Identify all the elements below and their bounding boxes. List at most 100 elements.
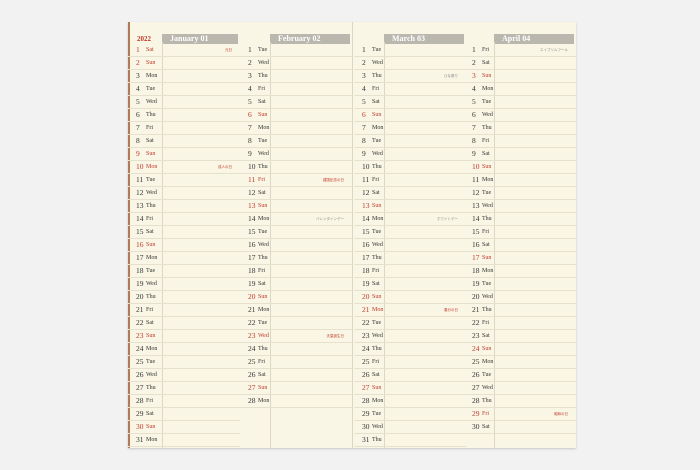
day-row[interactable]: 27 Sun <box>354 382 466 395</box>
day-row[interactable]: 17 Sun <box>464 252 576 265</box>
day-row[interactable]: 15 Tue <box>354 226 466 239</box>
day-row[interactable]: 21 Mon <box>240 304 352 317</box>
day-row[interactable]: 13 Sun <box>240 200 352 213</box>
day-row[interactable]: 18 Fri <box>354 265 466 278</box>
day-row[interactable]: 27 Thu <box>128 382 240 395</box>
day-row[interactable]: 23 Sat <box>464 330 576 343</box>
day-row[interactable]: 24 Sun <box>464 343 576 356</box>
day-row[interactable]: 27 Sun <box>240 382 352 395</box>
day-row[interactable]: 19 Sat <box>354 278 466 291</box>
day-row[interactable]: 22 Tue <box>240 317 352 330</box>
day-row[interactable]: 6 Sun <box>240 109 352 122</box>
day-row[interactable]: 8 Fri <box>464 135 576 148</box>
day-row[interactable]: 5 Wed <box>128 96 240 109</box>
day-row[interactable]: 12 Sat <box>354 187 466 200</box>
day-row[interactable]: 3 Mon <box>128 70 240 83</box>
day-row[interactable]: 21 Mon 春分の日 <box>354 304 466 317</box>
day-row[interactable]: 2 Sat <box>464 57 576 70</box>
day-row[interactable]: 20 Sun <box>240 291 352 304</box>
day-row[interactable]: 22 Fri <box>464 317 576 330</box>
day-row[interactable]: 17 Mon <box>128 252 240 265</box>
day-row[interactable]: 20 Thu <box>128 291 240 304</box>
day-row[interactable]: 4 Fri <box>240 83 352 96</box>
day-row[interactable]: 7 Fri <box>128 122 240 135</box>
day-row[interactable]: 8 Sat <box>128 135 240 148</box>
day-row[interactable]: 26 Wed <box>128 369 240 382</box>
day-row[interactable]: 15 Fri <box>464 226 576 239</box>
day-row[interactable]: 1 Tue <box>240 44 352 57</box>
day-row[interactable]: 10 Thu <box>354 161 466 174</box>
day-row[interactable]: 3 Sun <box>464 70 576 83</box>
day-row[interactable]: 18 Tue <box>128 265 240 278</box>
day-row[interactable]: 23 Sun <box>128 330 240 343</box>
day-row[interactable]: 20 Sun <box>354 291 466 304</box>
day-row[interactable]: 12 Wed <box>128 187 240 200</box>
day-row[interactable]: 15 Sat <box>128 226 240 239</box>
day-row[interactable]: 28 Mon <box>240 395 352 408</box>
day-row[interactable]: 12 Sat <box>240 187 352 200</box>
day-row[interactable]: 4 Fri <box>354 83 466 96</box>
day-row[interactable]: 4 Tue <box>128 83 240 96</box>
day-row[interactable]: 27 Wed <box>464 382 576 395</box>
day-row[interactable]: 6 Sun <box>354 109 466 122</box>
day-row[interactable]: 11 Tue <box>128 174 240 187</box>
day-row[interactable]: 2 Wed <box>240 57 352 70</box>
day-row[interactable]: 18 Fri <box>240 265 352 278</box>
day-row[interactable]: 22 Sat <box>128 317 240 330</box>
day-row[interactable]: 9 Sun <box>128 148 240 161</box>
day-row[interactable]: 15 Tue <box>240 226 352 239</box>
day-row[interactable]: 29 Tue <box>354 408 466 421</box>
day-row[interactable]: 28 Thu <box>464 395 576 408</box>
day-row[interactable]: 6 Thu <box>128 109 240 122</box>
day-row[interactable]: 5 Sat <box>354 96 466 109</box>
day-row[interactable]: 17 Thu <box>240 252 352 265</box>
day-row[interactable]: 28 Fri <box>128 395 240 408</box>
day-row[interactable]: 6 Wed <box>464 109 576 122</box>
day-row[interactable]: 11 Fri <box>354 174 466 187</box>
day-row[interactable]: 11 Mon <box>464 174 576 187</box>
day-row[interactable]: 3 Thu ひな祭り <box>354 70 466 83</box>
day-row[interactable]: 30 Wed <box>354 421 466 434</box>
day-row[interactable]: 5 Sat <box>240 96 352 109</box>
day-row[interactable]: 30 Sat <box>464 421 576 434</box>
day-row[interactable]: 24 Thu <box>354 343 466 356</box>
day-row[interactable]: 23 Wed <box>354 330 466 343</box>
day-row[interactable]: 2 Wed <box>354 57 466 70</box>
day-row[interactable]: 1 Sat 元日 <box>128 44 240 57</box>
day-row[interactable]: 13 Sun <box>354 200 466 213</box>
day-row[interactable]: 10 Sun <box>464 161 576 174</box>
day-row[interactable]: 7 Thu <box>464 122 576 135</box>
day-row[interactable]: 18 Mon <box>464 265 576 278</box>
day-row[interactable]: 29 Fri 昭和の日 <box>464 408 576 421</box>
day-row[interactable]: 19 Tue <box>464 278 576 291</box>
day-row[interactable]: 1 Fri エイプリルフール <box>464 44 576 57</box>
day-row[interactable]: 24 Mon <box>128 343 240 356</box>
day-row[interactable]: 24 Thu <box>240 343 352 356</box>
day-row[interactable]: 22 Tue <box>354 317 466 330</box>
day-row[interactable]: 28 Mon <box>354 395 466 408</box>
day-row[interactable]: 3 Thu <box>240 70 352 83</box>
day-row[interactable]: 14 Mon ホワイトデー <box>354 213 466 226</box>
day-row[interactable]: 30 Sun <box>128 421 240 434</box>
day-row[interactable]: 10 Thu <box>240 161 352 174</box>
day-row[interactable]: 13 Thu <box>128 200 240 213</box>
day-row[interactable]: 21 Thu <box>464 304 576 317</box>
day-row[interactable]: 7 Mon <box>240 122 352 135</box>
day-row[interactable]: 5 Tue <box>464 96 576 109</box>
day-row[interactable]: 4 Mon <box>464 83 576 96</box>
day-row[interactable]: 8 Tue <box>240 135 352 148</box>
day-row[interactable]: 21 Fri <box>128 304 240 317</box>
day-row[interactable]: 10 Mon 成人の日 <box>128 161 240 174</box>
day-row[interactable]: 16 Sun <box>128 239 240 252</box>
day-row[interactable]: 12 Tue <box>464 187 576 200</box>
day-row[interactable]: 26 Sat <box>354 369 466 382</box>
day-row[interactable]: 29 Sat <box>128 408 240 421</box>
day-row[interactable]: 11 Fri 建国記念の日 <box>240 174 352 187</box>
day-row[interactable]: 14 Fri <box>128 213 240 226</box>
day-row[interactable]: 25 Fri <box>354 356 466 369</box>
day-row[interactable]: 26 Tue <box>464 369 576 382</box>
day-row[interactable]: 19 Sat <box>240 278 352 291</box>
day-row[interactable]: 9 Wed <box>354 148 466 161</box>
day-row[interactable]: 9 Wed <box>240 148 352 161</box>
day-row[interactable]: 9 Sat <box>464 148 576 161</box>
